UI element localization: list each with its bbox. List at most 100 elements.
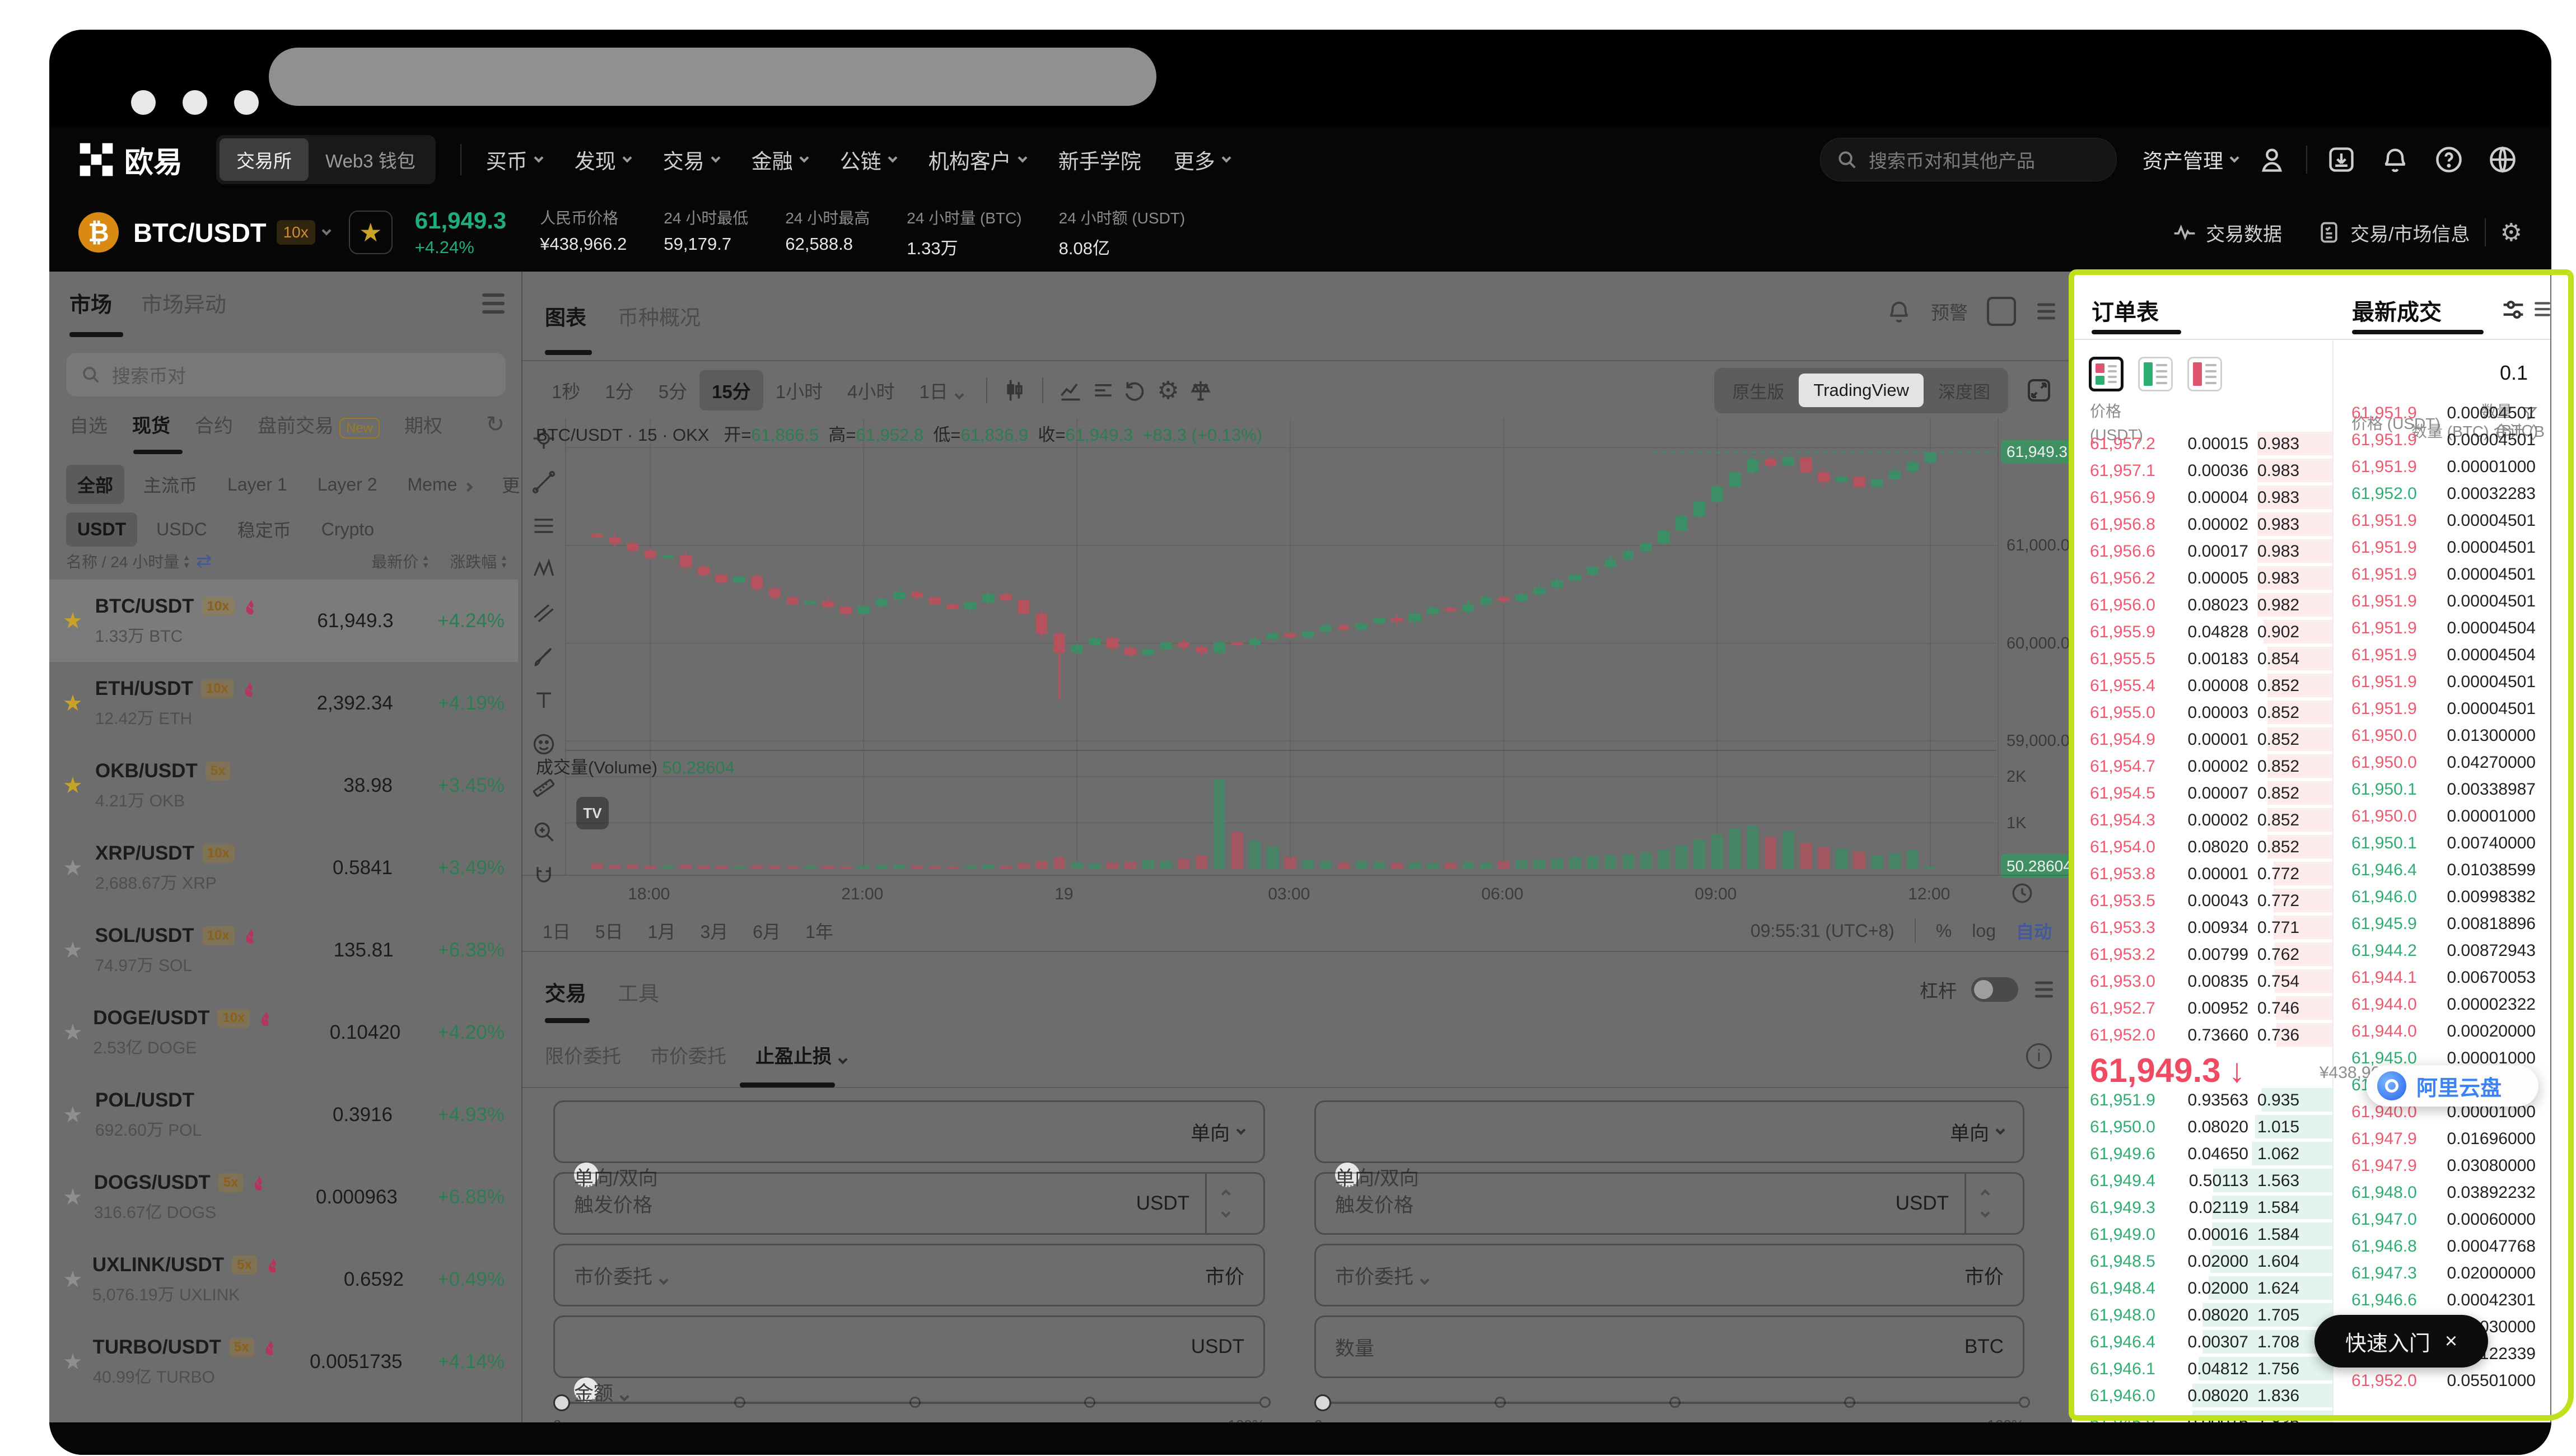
bid-row[interactable]: 61,949.00.000161.584: [2072, 1221, 2332, 1248]
log-scale-button[interactable]: log: [1972, 921, 1996, 941]
timeframe-1小时[interactable]: 1小时: [763, 370, 835, 410]
field-触发价格[interactable]: 触发价格USDT: [1314, 1172, 2024, 1235]
range-1日[interactable]: 1日: [543, 918, 571, 944]
download-icon[interactable]: [2322, 140, 2361, 179]
quote-chip-2[interactable]: 稳定币: [226, 510, 302, 549]
ask-row[interactable]: 61,956.20.000050.983: [2072, 564, 2332, 591]
leverage-toggle[interactable]: [1971, 977, 2018, 1002]
nav-item-6[interactable]: 新手学院: [1058, 144, 1141, 175]
pair-name[interactable]: BTC/USDT: [133, 217, 267, 248]
replay-icon[interactable]: [1119, 374, 1152, 407]
fib-retracement-icon[interactable]: [531, 514, 556, 538]
info-icon[interactable]: i: [2026, 1043, 2052, 1069]
timezone-clock-icon[interactable]: [2010, 881, 2034, 905]
trade-row[interactable]: 61,951.90.00004501: [2334, 534, 2550, 561]
close-icon[interactable]: ×: [2445, 1329, 2457, 1354]
assets-menu[interactable]: 资产管理: [2143, 145, 2238, 174]
ask-row[interactable]: 61,952.70.009520.746: [2072, 995, 2332, 1021]
ask-row[interactable]: 61,956.90.000040.983: [2072, 484, 2332, 511]
xabcd-pattern-icon[interactable]: [531, 557, 556, 582]
trade-data-link[interactable]: 交易数据: [2206, 219, 2282, 246]
slider-handle[interactable]: [1314, 1394, 1331, 1411]
market-row-UXLINK/USDT[interactable]: ★UXLINK/USDT5x5,076.19万 UXLINK0.6592+0.4…: [49, 1238, 518, 1320]
alert-label[interactable]: 预警: [1931, 298, 1968, 325]
range-1年[interactable]: 1年: [805, 918, 833, 944]
ask-row[interactable]: 61,954.00.080200.852: [2072, 833, 2332, 860]
market-row-SOL/USDT[interactable]: ★SOL/USDT10x74.97万 SOL135.81+6.38%: [49, 909, 518, 991]
category-tab-1[interactable]: 现货: [132, 410, 170, 438]
timeframe-5分[interactable]: 5分: [646, 370, 699, 410]
favorite-button[interactable]: ★: [349, 211, 393, 254]
trade-row[interactable]: 61,950.00.00001000: [2334, 802, 2550, 829]
ask-row[interactable]: 61,954.70.000020.852: [2072, 753, 2332, 780]
bid-row[interactable]: 61,945.90.000161.836: [2072, 1409, 2332, 1422]
quote-chip-3[interactable]: Crypto: [310, 512, 385, 547]
nav-item-4[interactable]: 公链: [840, 144, 896, 175]
favorite-star-icon[interactable]: ★: [63, 692, 92, 715]
settings-gear-icon[interactable]: ⚙: [2500, 218, 2522, 247]
amount-slider[interactable]: [553, 1394, 1265, 1411]
nav-item-3[interactable]: 金融: [752, 144, 808, 175]
sidebar-tab-0[interactable]: 市场: [69, 287, 112, 318]
ask-row[interactable]: 61,954.90.000010.852: [2072, 726, 2332, 753]
chart-tab-1[interactable]: 币种概况: [618, 301, 701, 331]
popout-window-icon[interactable]: [1987, 297, 2016, 326]
trade-row[interactable]: 61,951.90.00004504: [2334, 614, 2550, 641]
trade-row[interactable]: 61,950.00.04270000: [2334, 749, 2550, 776]
bid-row[interactable]: 61,946.00.080201.836: [2072, 1382, 2332, 1409]
market-row-ETH/USDT[interactable]: ★ETH/USDT10x12.42万 ETH2,392.34+4.19%: [49, 662, 518, 744]
filter-chip-1[interactable]: 主流币: [132, 465, 208, 504]
trade-row[interactable]: 61,952.00.00032283: [2334, 480, 2550, 507]
brush-icon[interactable]: [531, 645, 556, 669]
market-info-link[interactable]: 交易/市场信息: [2350, 219, 2470, 246]
help-icon[interactable]: [2429, 140, 2468, 179]
trade-row[interactable]: 61,947.00.00060000: [2334, 1206, 2550, 1233]
stepper-control[interactable]: [1205, 1174, 1244, 1233]
fullscreen-icon[interactable]: [2023, 374, 2055, 407]
market-row-XRP/USDT[interactable]: ★XRP/USDT10x2,688.67万 XRP0.5841+3.49%: [49, 827, 518, 909]
trade-row[interactable]: 61,951.90.00004501: [2334, 507, 2550, 534]
window-minimize-icon[interactable]: [183, 90, 207, 115]
trade-row[interactable]: 61,947.30.02000000: [2334, 1259, 2550, 1286]
auto-scale-button[interactable]: 自动: [2016, 918, 2052, 944]
parallel-channel-icon[interactable]: [531, 601, 556, 626]
ask-row[interactable]: 61,954.30.000020.852: [2072, 806, 2332, 833]
sidebar-menu-icon[interactable]: [482, 288, 505, 319]
chart-tab-0[interactable]: 图表: [545, 301, 586, 331]
trade-row[interactable]: 61,951.90.00004501: [2334, 426, 2550, 453]
trade-row[interactable]: 61,948.00.03892232: [2334, 1179, 2550, 1206]
field-单向/双向[interactable]: 单向/双向单向: [553, 1100, 1265, 1163]
tab-orderbook[interactable]: 订单表: [2092, 294, 2159, 326]
field-触发价格[interactable]: 触发价格USDT: [553, 1172, 1265, 1235]
bid-row[interactable]: 61,950.00.080201.015: [2072, 1113, 2332, 1140]
ask-row[interactable]: 61,953.50.000430.772: [2072, 887, 2332, 914]
ask-row[interactable]: 61,953.00.008350.754: [2072, 968, 2332, 995]
indicators-icon[interactable]: [1054, 374, 1087, 407]
ask-row[interactable]: 61,955.90.048280.902: [2072, 618, 2332, 645]
swap-sort-icon[interactable]: ⇄: [196, 550, 212, 572]
trade-row[interactable]: 61,946.40.01038599: [2334, 856, 2550, 883]
trade-row[interactable]: 61,951.90.00001000: [2334, 453, 2550, 480]
market-row-TURBO/USDT[interactable]: ★TURBO/USDT5x40.99亿 TURBO0.0051735+4.14%: [49, 1320, 518, 1403]
favorite-star-icon[interactable]: ★: [63, 1268, 89, 1291]
trade-row[interactable]: 61,951.90.00004501: [2334, 668, 2550, 695]
trend-line-icon[interactable]: [531, 470, 556, 494]
favorite-star-icon[interactable]: ★: [63, 774, 92, 797]
field-市价委托[interactable]: 市价委托市价: [1314, 1244, 2024, 1306]
okx-logo[interactable]: 欧易: [78, 139, 183, 181]
market-row-DOGS/USDT[interactable]: ★DOGS/USDT5x316.67亿 DOGS0.000963+6.88%: [49, 1156, 518, 1238]
trade-row[interactable]: 61,944.10.00670053: [2334, 964, 2550, 991]
favorite-star-icon[interactable]: ★: [63, 610, 92, 632]
trade-row[interactable]: 61,947.90.03080000: [2334, 1152, 2550, 1179]
bid-row[interactable]: 61,949.40.501131.563: [2072, 1167, 2332, 1194]
book-view-bids-icon[interactable]: [2138, 357, 2173, 391]
ruler-icon[interactable]: [531, 776, 556, 800]
quickstart-button[interactable]: 快速入门 ×: [2314, 1315, 2488, 1368]
view-mode-0[interactable]: 原生版: [1718, 371, 1799, 410]
price-chart[interactable]: [566, 418, 1996, 875]
filter-chip-2[interactable]: Layer 1: [216, 468, 298, 502]
trade-row[interactable]: 61,951.90.00004501: [2334, 399, 2550, 426]
trade-tab-1[interactable]: 工具: [618, 977, 659, 1007]
range-6月[interactable]: 6月: [753, 918, 781, 944]
category-tab-4[interactable]: 期权: [404, 410, 442, 438]
